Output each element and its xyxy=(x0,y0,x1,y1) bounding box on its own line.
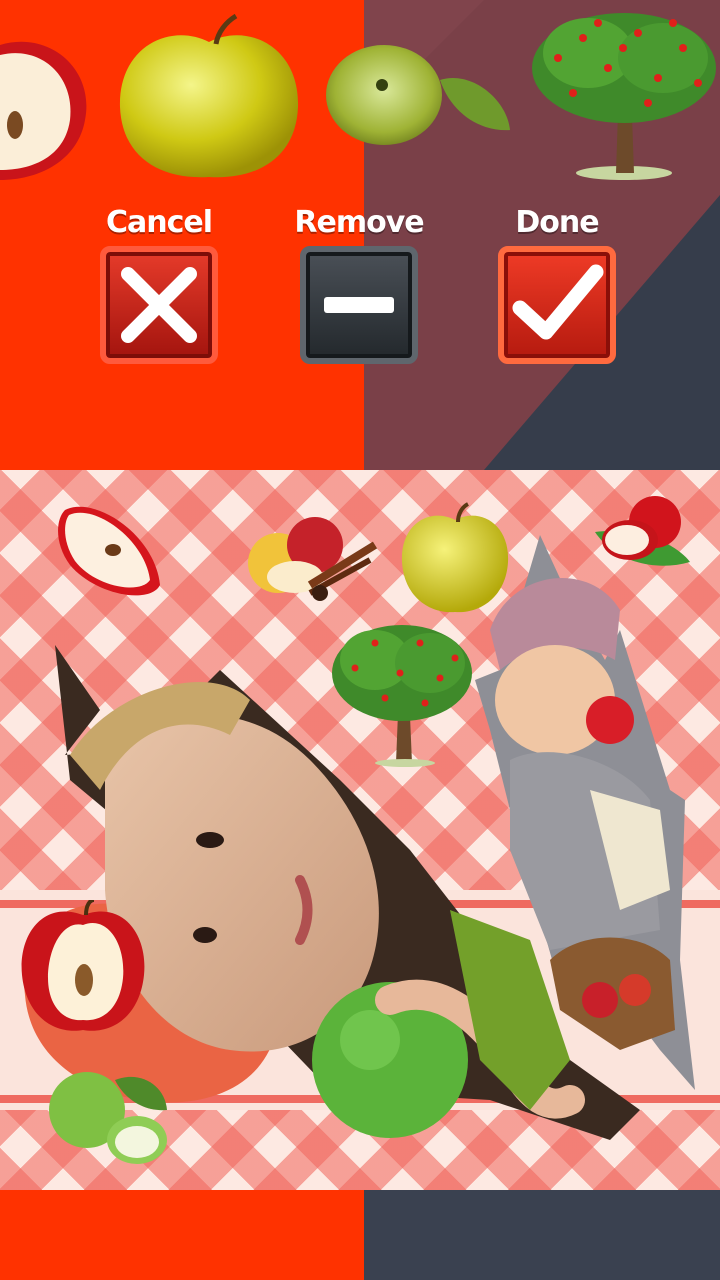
minus-icon xyxy=(324,297,394,313)
remove-control: Remove xyxy=(294,205,425,364)
canvas-yellow-apple-icon[interactable] xyxy=(400,502,510,614)
green-apples-icon[interactable] xyxy=(45,1070,170,1170)
done-control: Done xyxy=(492,205,622,364)
apple-slice-icon[interactable] xyxy=(55,495,165,605)
green-apple-icon[interactable] xyxy=(322,40,512,150)
apple-cinnamon-icon[interactable] xyxy=(240,515,380,605)
cancel-control: Cancel xyxy=(94,205,224,364)
photo-child-red-apple[interactable] xyxy=(470,530,710,1100)
done-label: Done xyxy=(515,205,599,240)
apple-half-icon[interactable] xyxy=(0,30,90,180)
cancel-button[interactable] xyxy=(100,246,218,364)
bottom-bar-right xyxy=(364,1190,720,1280)
apples-leaves-icon[interactable] xyxy=(595,492,695,572)
close-icon xyxy=(121,267,197,343)
sticker-strip[interactable] xyxy=(0,0,720,190)
checkmark-icon xyxy=(512,264,604,340)
yellow-apple-icon[interactable] xyxy=(118,12,300,182)
cancel-label: Cancel xyxy=(105,205,213,240)
apple-tree-icon[interactable] xyxy=(528,8,720,183)
bottom-bar-left xyxy=(0,1190,364,1280)
remove-button[interactable] xyxy=(300,246,418,364)
collage-canvas[interactable] xyxy=(0,470,720,1190)
canvas-apple-tree-icon[interactable] xyxy=(330,618,475,768)
remove-label: Remove xyxy=(294,205,424,240)
done-button[interactable] xyxy=(498,246,616,364)
canvas-apple-half-icon[interactable] xyxy=(18,900,148,1035)
